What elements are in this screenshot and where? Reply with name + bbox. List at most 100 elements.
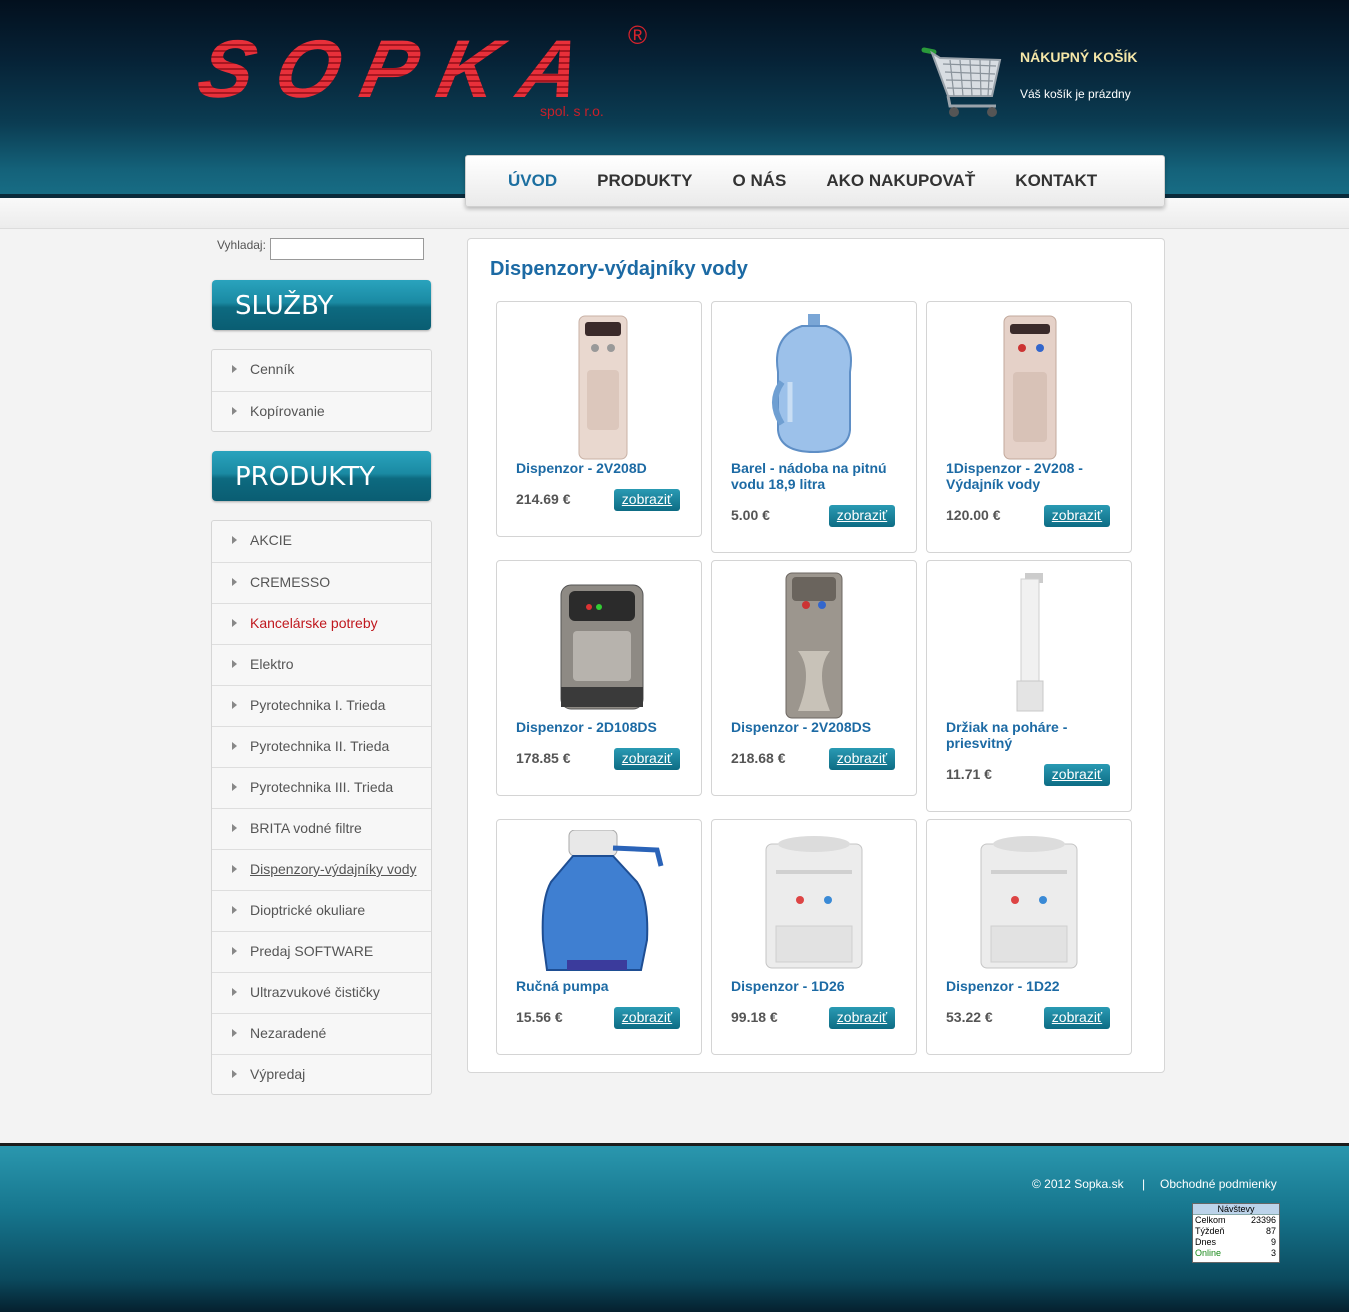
view-product-button[interactable]: zobraziť — [1044, 764, 1110, 786]
counter-row: Celkom 23396 — [1193, 1215, 1279, 1226]
products-list: AKCIE CREMESSO Kancelárske potreby Elektro P… — [211, 520, 432, 1095]
nav-ako-nakupovat[interactable]: AKO NAKUPOVAŤ — [826, 171, 975, 191]
water-dispenser-image[interactable] — [732, 571, 896, 719]
sidebar-item-label: Dispenzory-výdajníky vody — [250, 861, 417, 877]
product-card[interactable]: Barel - nádoba na pitnú vodu 18,9 litra 5… — [711, 301, 917, 553]
counter-value: 87 — [1265, 1226, 1276, 1236]
arrow-right-icon — [232, 619, 237, 627]
product-title[interactable]: Dispenzor - 2D108DS — [516, 719, 688, 735]
product-price: 11.71 € — [946, 766, 992, 782]
visit-counter[interactable]: Návštevy Celkom 23396 Týždeň 87 Dnes 9 Onli… — [1192, 1203, 1280, 1263]
sidebar-item[interactable]: Predaj SOFTWARE — [212, 931, 431, 972]
arrow-right-icon — [232, 742, 237, 750]
counter-row: Dnes 9 — [1193, 1237, 1279, 1248]
cart-title[interactable]: NÁKUPNÝ KOŠÍK — [1020, 49, 1137, 65]
water-dispenser-image[interactable] — [947, 830, 1111, 978]
product-title[interactable]: Ručná pumpa — [516, 978, 688, 994]
sopka-logo[interactable]: SOPKA ® spol. s r.o. — [190, 20, 660, 128]
sidebar-item-label: AKCIE — [250, 532, 293, 548]
products-header: PRODUKTY — [212, 451, 431, 501]
sidebar-item[interactable]: Pyrotechnika II. Trieda — [212, 726, 431, 767]
sidebar-item[interactable]: Nezaradené — [212, 1013, 431, 1054]
nav-kontakt[interactable]: KONTAKT — [1015, 171, 1097, 191]
product-title[interactable]: Dispenzor - 2V208DS — [731, 719, 903, 735]
sidebar-item[interactable]: Ultrazvukové čističky — [212, 972, 431, 1013]
sidebar-item-label: Pyrotechnika I. Trieda — [250, 697, 386, 713]
sidebar-item-label: Cenník — [250, 361, 295, 377]
arrow-right-icon — [232, 906, 237, 914]
sidebar-item-label: Pyrotechnika III. Trieda — [250, 779, 394, 795]
product-title[interactable]: Dispenzor - 2V208D — [516, 460, 688, 476]
hand-pump-image[interactable] — [517, 829, 681, 978]
counter-value: 23396 — [1250, 1215, 1276, 1225]
view-product-button[interactable]: zobraziť — [1044, 1007, 1110, 1029]
product-title[interactable]: 1Dispenzor - 2V208 - Výdajník vody — [946, 460, 1118, 492]
product-price: 120.00 € — [946, 507, 1001, 523]
sidebar-item[interactable]: BRITA vodné filtre — [212, 808, 431, 849]
product-card[interactable]: Ručná pumpa 15.56 € zobraziť — [496, 819, 702, 1055]
sidebar-item[interactable]: Kancelárske potreby — [212, 603, 431, 644]
counter-label: Týždeň — [1195, 1226, 1225, 1236]
sidebar-item[interactable]: Pyrotechnika III. Trieda — [212, 767, 431, 808]
arrow-right-icon — [232, 365, 237, 373]
product-card[interactable]: 1Dispenzor - 2V208 - Výdajník vody 120.00… — [926, 301, 1132, 553]
counter-value: 9 — [1270, 1237, 1276, 1247]
nav-produkty[interactable]: PRODUKTY — [597, 171, 692, 191]
water-barrel-image[interactable] — [732, 312, 896, 460]
product-title[interactable]: Dispenzor - 1D22 — [946, 978, 1118, 994]
product-title[interactable]: Barel - nádoba na pitnú vodu 18,9 litra — [731, 460, 903, 492]
water-dispenser-image[interactable] — [517, 571, 681, 719]
view-product-button[interactable]: zobraziť — [829, 1007, 895, 1029]
sidebar-item[interactable]: CREMESSO — [212, 562, 431, 603]
nav-uvod[interactable]: ÚVOD — [508, 171, 557, 191]
view-product-button[interactable]: zobraziť — [614, 489, 680, 511]
counter-row: Týždeň 87 — [1193, 1226, 1279, 1237]
arrow-right-icon — [232, 578, 237, 586]
sidebar-item-label: Dioptrické okuliare — [250, 902, 366, 918]
sidebar-item-label: Kopírovanie — [250, 403, 325, 419]
product-price: 99.18 € — [731, 1009, 778, 1025]
search-input[interactable] — [270, 238, 424, 260]
water-dispenser-image[interactable] — [947, 312, 1111, 460]
product-card[interactable]: Dispenzor - 2V208D 214.69 € zobraziť — [496, 301, 702, 537]
sidebar-item-label: CREMESSO — [250, 574, 331, 590]
product-card[interactable]: Dispenzor - 1D26 99.18 € zobraziť — [711, 819, 917, 1055]
cup-holder-image[interactable] — [947, 571, 1111, 719]
sidebar-item[interactable]: Kopírovanie — [212, 391, 431, 432]
view-product-button[interactable]: zobraziť — [829, 748, 895, 770]
product-card[interactable]: Dispenzor - 2D108DS 178.85 € zobraziť — [496, 560, 702, 796]
view-product-button[interactable]: zobraziť — [1044, 505, 1110, 527]
sidebar-item[interactable]: Dispenzory-výdajníky vody — [212, 849, 431, 890]
footer-separator: | — [1142, 1177, 1146, 1191]
product-title[interactable]: Dispenzor - 1D26 — [731, 978, 903, 994]
water-dispenser-image[interactable] — [517, 312, 681, 460]
sidebar-item[interactable]: Výpredaj — [212, 1054, 431, 1095]
sidebar-item[interactable]: Elektro — [212, 644, 431, 685]
sidebar-item[interactable]: Cenník — [212, 350, 431, 391]
view-product-button[interactable]: zobraziť — [614, 1007, 680, 1029]
logo-text: SOPKA — [190, 24, 612, 115]
arrow-right-icon — [232, 988, 237, 996]
nav-o-nas[interactable]: O NÁS — [733, 171, 787, 191]
logo-subtitle: spol. s r.o. — [540, 103, 604, 119]
arrow-right-icon — [232, 660, 237, 668]
sidebar-item[interactable]: Pyrotechnika I. Trieda — [212, 685, 431, 726]
product-price: 5.00 € — [731, 507, 770, 523]
shopping-cart-icon[interactable] — [918, 44, 1008, 120]
product-title[interactable]: Držiak na poháre - priesvitný — [946, 719, 1118, 751]
view-product-button[interactable]: zobraziť — [829, 505, 895, 527]
water-dispenser-image[interactable] — [732, 830, 896, 978]
services-header: SLUŽBY — [212, 280, 431, 330]
terms-link[interactable]: Obchodné podmienky — [1160, 1177, 1277, 1191]
view-product-button[interactable]: zobraziť — [614, 748, 680, 770]
sidebar-item-label: Výpredaj — [250, 1066, 306, 1082]
product-card[interactable]: Držiak na poháre - priesvitný 11.71 € zobr… — [926, 560, 1132, 812]
sidebar-item[interactable]: Dioptrické okuliare — [212, 890, 431, 931]
content-panel: Dispenzory-výdajníky vody Dispenzor - 2V… — [467, 238, 1165, 1073]
arrow-right-icon — [232, 824, 237, 832]
sidebar-item-label: Elektro — [250, 656, 294, 672]
product-card[interactable]: Dispenzor - 1D22 53.22 € zobraziť — [926, 819, 1132, 1055]
arrow-right-icon — [232, 865, 237, 873]
sidebar-item[interactable]: AKCIE — [212, 521, 431, 562]
product-card[interactable]: Dispenzor - 2V208DS 218.68 € zobraziť — [711, 560, 917, 796]
